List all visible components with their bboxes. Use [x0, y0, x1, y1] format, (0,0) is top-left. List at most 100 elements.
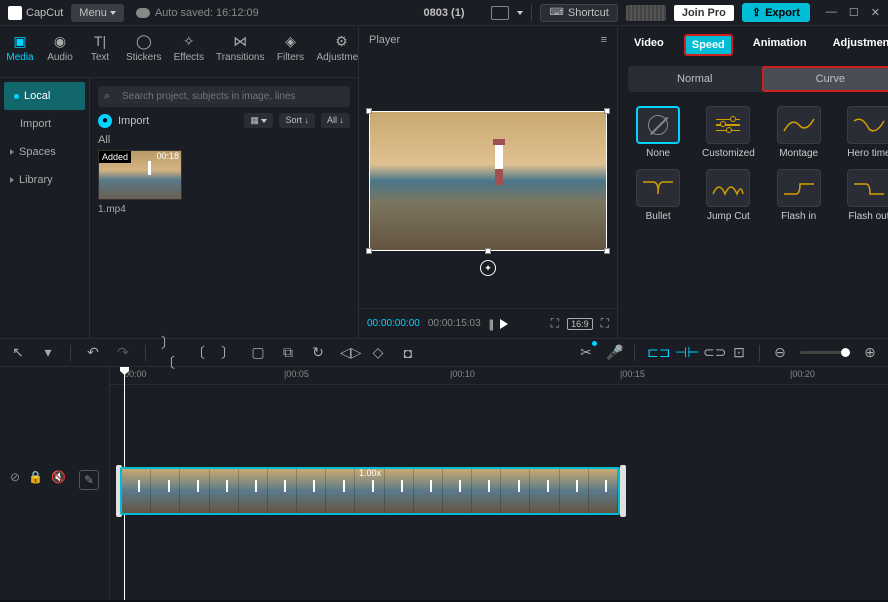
hide-track-icon[interactable]: ⊘ — [10, 470, 20, 490]
clip-duration: 00:18 — [156, 151, 179, 161]
aspect-ratio-button[interactable]: 16:9 — [567, 318, 593, 330]
close-button[interactable]: ✕ — [871, 6, 880, 19]
lock-track-icon[interactable]: 🔒 — [28, 470, 43, 490]
jumpcut-curve-icon — [711, 176, 745, 200]
export-button[interactable]: ⇪ Export — [742, 3, 810, 22]
player-controls: 00:00:00:00 00:00:15:03 ||| ⛶ 16:9 ⛶ — [359, 308, 617, 338]
tab-video[interactable]: Video — [628, 34, 670, 56]
speed-mode-normal[interactable]: Normal — [628, 66, 762, 92]
crop-icon[interactable]: ⛶ — [551, 316, 559, 331]
preset-flash-out[interactable]: Flash out — [839, 169, 888, 222]
titlebar: CapCut Menu Auto saved: 16:12:09 0803 (1… — [0, 0, 888, 26]
tab-label: Stickers — [126, 52, 162, 63]
chevron-right-icon — [10, 177, 14, 183]
magnet-tool[interactable]: ⊏⊐ — [647, 344, 663, 361]
preset-hero-time[interactable]: Hero time — [839, 106, 888, 159]
rotate-tool[interactable]: ◇ — [370, 344, 386, 361]
fullscreen-button[interactable]: ⛶ — [601, 316, 609, 331]
chevron-down-icon[interactable] — [517, 11, 523, 15]
mic-button[interactable]: 🎤 — [606, 344, 622, 361]
preview-tool[interactable]: ⊡ — [731, 344, 747, 361]
section-all-label: All — [98, 134, 350, 146]
preset-customized[interactable]: Customized — [698, 106, 758, 159]
join-pro-button[interactable]: Join Pro — [674, 5, 734, 21]
shortcut-button[interactable]: ⌨ Shortcut — [540, 4, 617, 22]
sort-button[interactable]: Sort ↓ — [279, 113, 315, 128]
pointer-tool[interactable]: ↖ — [10, 344, 26, 361]
sidebar-item-local[interactable]: Local — [4, 82, 85, 110]
media-clip[interactable]: Added 00:18 1.mp4 — [98, 150, 182, 215]
menu-button[interactable]: Menu — [71, 4, 124, 22]
player-viewport[interactable]: ✦ — [359, 54, 617, 308]
snap-tool[interactable]: ⊣⊢ — [675, 344, 691, 361]
clip-handle-right[interactable] — [620, 465, 626, 517]
import-add-button[interactable]: ● — [98, 114, 112, 128]
grid-view-button[interactable]: ▦ — [244, 113, 273, 128]
resize-handle-bl[interactable] — [366, 248, 372, 254]
preset-montage[interactable]: Montage — [769, 106, 829, 159]
edit-track-button[interactable]: ✎ — [79, 470, 99, 490]
sidebar-label: Local — [24, 90, 50, 102]
reverse-tool[interactable]: ↻ — [310, 344, 326, 361]
tab-speed[interactable]: Speed — [684, 34, 733, 56]
tab-text[interactable]: T|Text — [80, 26, 120, 77]
resize-handle-br[interactable] — [604, 248, 610, 254]
sidebar-item-library[interactable]: Library — [0, 166, 89, 194]
import-label[interactable]: Import — [118, 115, 149, 127]
preset-jump-cut[interactable]: Jump Cut — [698, 169, 758, 222]
maximize-button[interactable]: ☐ — [849, 6, 859, 19]
crop-tool[interactable]: ◘ — [400, 345, 416, 361]
resize-handle-tr[interactable] — [604, 108, 610, 114]
resize-handle-mb[interactable] — [485, 248, 491, 254]
prev-frame-button[interactable]: ||| — [489, 317, 492, 331]
delete-tool[interactable]: ▢ — [250, 344, 266, 361]
trim-left-tool[interactable]: 〔 — [190, 343, 206, 363]
undo-button[interactable]: ↶ — [85, 344, 101, 361]
zoom-knob[interactable] — [841, 348, 850, 357]
tab-stickers[interactable]: ◯ Stickers — [120, 26, 168, 77]
chevron-down-icon[interactable]: ▾ — [40, 344, 56, 361]
ruler-tick: |00:15 — [620, 369, 645, 379]
tab-media[interactable]: ▣Media — [0, 26, 40, 77]
minimize-button[interactable]: — — [826, 6, 837, 19]
lighthouse-graphic — [495, 145, 503, 185]
zoom-in-button[interactable]: ⊕ — [862, 344, 878, 361]
preset-none[interactable]: None — [628, 106, 688, 159]
player-menu-button[interactable]: ≡ — [601, 34, 607, 46]
preset-flash-in[interactable]: Flash in — [769, 169, 829, 222]
tab-filters[interactable]: ◈Filters — [271, 26, 311, 77]
sidebar-item-import[interactable]: Import — [0, 110, 89, 138]
upload-icon: ⇪ — [752, 6, 761, 19]
mute-track-icon[interactable]: 🔇 — [51, 470, 66, 490]
redo-button[interactable]: ↷ — [115, 344, 131, 361]
mirror-tool[interactable]: ◁▷ — [340, 344, 356, 361]
filter-all-button[interactable]: All ↓ — [321, 113, 350, 128]
video-frame[interactable]: ✦ — [369, 111, 607, 251]
timeline-tracks[interactable]: 00:00 |00:05 |00:10 |00:15 |00:20 1.00x — [110, 367, 888, 600]
tab-animation[interactable]: Animation — [747, 34, 813, 56]
resize-handle-tl[interactable] — [366, 108, 372, 114]
video-clip-track[interactable]: 1.00x — [120, 467, 620, 515]
tab-effects[interactable]: ✧Effects — [168, 26, 210, 77]
tab-audio[interactable]: ◉Audio — [40, 26, 80, 77]
stickers-icon: ◯ — [134, 32, 154, 50]
copy-tool[interactable]: ⧉ — [280, 344, 296, 361]
zoom-slider[interactable] — [800, 351, 850, 354]
zoom-out-button[interactable]: ⊖ — [772, 344, 788, 361]
transform-icon[interactable]: ✦ — [480, 260, 496, 276]
link-tool[interactable]: ⊂⊃ — [703, 344, 719, 361]
sliders-icon — [716, 119, 740, 132]
speed-mode-curve[interactable]: Curve — [762, 66, 888, 92]
timeline-ruler[interactable]: 00:00 |00:05 |00:10 |00:15 |00:20 — [110, 367, 888, 385]
layout-icon[interactable] — [491, 6, 509, 20]
sidebar-item-spaces[interactable]: Spaces — [0, 138, 89, 166]
trim-right-tool[interactable]: 〕 — [220, 343, 236, 363]
auto-cut-button[interactable]: ✂ — [578, 344, 594, 361]
play-button[interactable] — [500, 319, 508, 329]
tab-transitions[interactable]: ⋈Transitions — [210, 26, 271, 77]
tab-adjustment[interactable]: Adjustment — [827, 34, 888, 56]
clip-thumbnail: Added 00:18 — [98, 150, 182, 200]
divider — [145, 345, 146, 361]
preset-bullet[interactable]: Bullet — [628, 169, 688, 222]
search-input[interactable] — [98, 86, 350, 107]
